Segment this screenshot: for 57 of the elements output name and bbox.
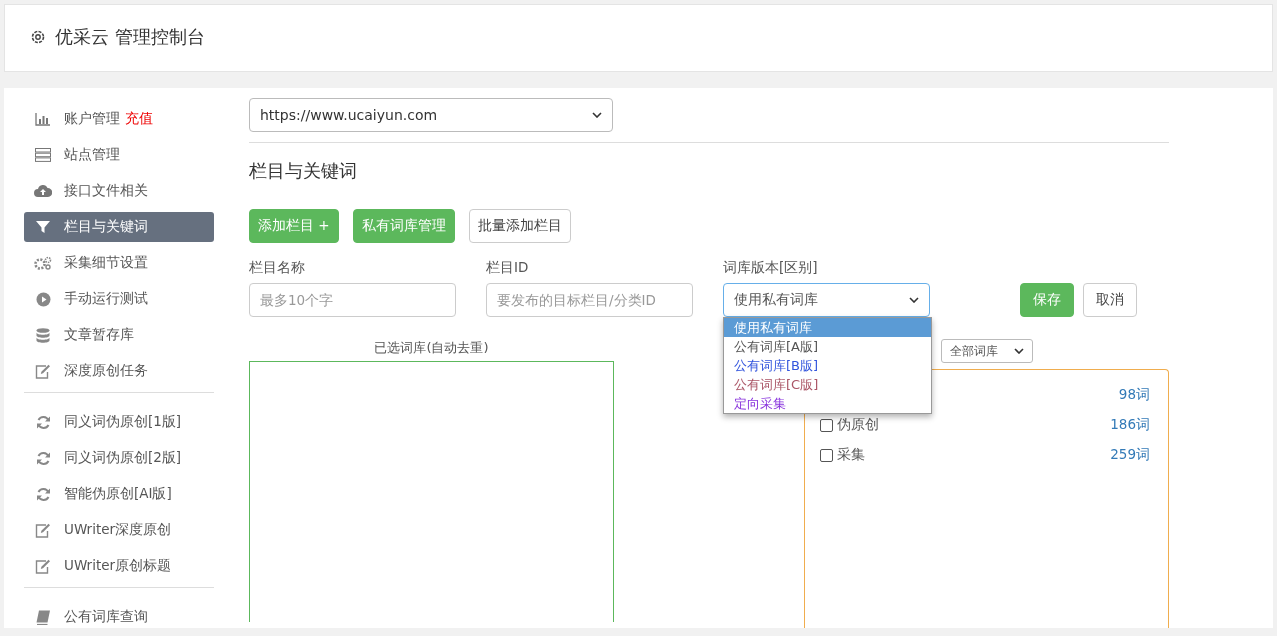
sidebar-item[interactable]: UWriter原创标题 [24,551,214,581]
section-title: 栏目与关键词 [249,159,358,183]
server-icon [35,148,51,162]
checkbox[interactable] [820,448,833,462]
cloud-upload-icon [34,184,52,198]
cancel-button[interactable]: 取消 [1083,283,1137,317]
dropdown-option[interactable]: 公有词库[B版] [724,356,931,375]
library-name: 伪原创 [837,416,879,434]
input-field[interactable]: 要发布的目标栏目/分类ID [486,283,693,317]
filter-icon [36,220,50,234]
panel-label: 已选词库(自动去重) [373,339,490,357]
sidebar-item[interactable]: 手动运行测试 [24,284,214,314]
sidebar-item[interactable]: 同义词伪原创[2版] [24,443,214,473]
sidebar-item[interactable]: 深度原创任务 [24,356,214,386]
sidebar-item[interactable]: 同义词伪原创[1版] [24,407,214,437]
sidebar-item[interactable]: 栏目与关键词 [24,212,214,242]
sidebar-item[interactable]: 账户管理 充值 [24,104,214,134]
bar-chart-icon [35,112,51,126]
site-select[interactable]: https://www.ucaiyun.com [249,98,613,132]
edit-icon [35,363,51,379]
library-filter-select[interactable]: 全部词库 [941,339,1033,363]
recharge-link[interactable]: 充值 [125,110,153,128]
settings-icon [29,28,47,46]
book-icon [35,609,51,625]
refresh-icon [35,450,51,466]
version-select[interactable]: 使用私有词库 [723,283,930,317]
toolbar-button[interactable]: 批量添加栏目 [468,209,571,243]
word-count: 259词 [1110,446,1150,464]
caret-icon [1014,348,1024,354]
field-label: 栏目名称 [249,259,306,277]
checkbox[interactable] [820,418,833,432]
library-name: 采集 [837,446,865,464]
input-field[interactable]: 最多10个字 [249,283,456,317]
refresh-icon [35,486,51,502]
play-icon [35,291,51,307]
gears-icon [34,256,52,270]
word-count: 98词 [1118,386,1150,404]
refresh-icon [35,414,51,430]
edit-icon [35,558,51,574]
edit-icon [35,522,51,538]
sidebar-item[interactable]: 接口文件相关 [24,176,214,206]
database-icon [36,327,50,343]
field-label: 栏目ID [486,259,530,277]
sidebar-item[interactable]: 公有词库查询 [24,602,214,628]
dropdown-option[interactable]: 定向采集 [724,394,931,413]
sidebar-item[interactable]: 文章暂存库 [24,320,214,350]
console-title: 优采云 管理控制台 [55,25,205,49]
dropdown-option[interactable]: 公有词库[C版] [724,375,931,394]
dropdown-option[interactable]: 公有词库[A版] [724,337,931,356]
sidebar-item[interactable]: 站点管理 [24,140,214,170]
caret-icon [592,112,602,118]
sidebar-item[interactable]: 采集细节设置 [24,248,214,278]
word-count: 186词 [1110,416,1150,434]
caret-icon [909,297,919,303]
sidebar-item[interactable]: UWriter深度原创 [24,515,214,545]
sidebar-item[interactable]: 智能伪原创[AI版] [24,479,214,509]
field-label: 词库版本[区别] [723,259,819,277]
